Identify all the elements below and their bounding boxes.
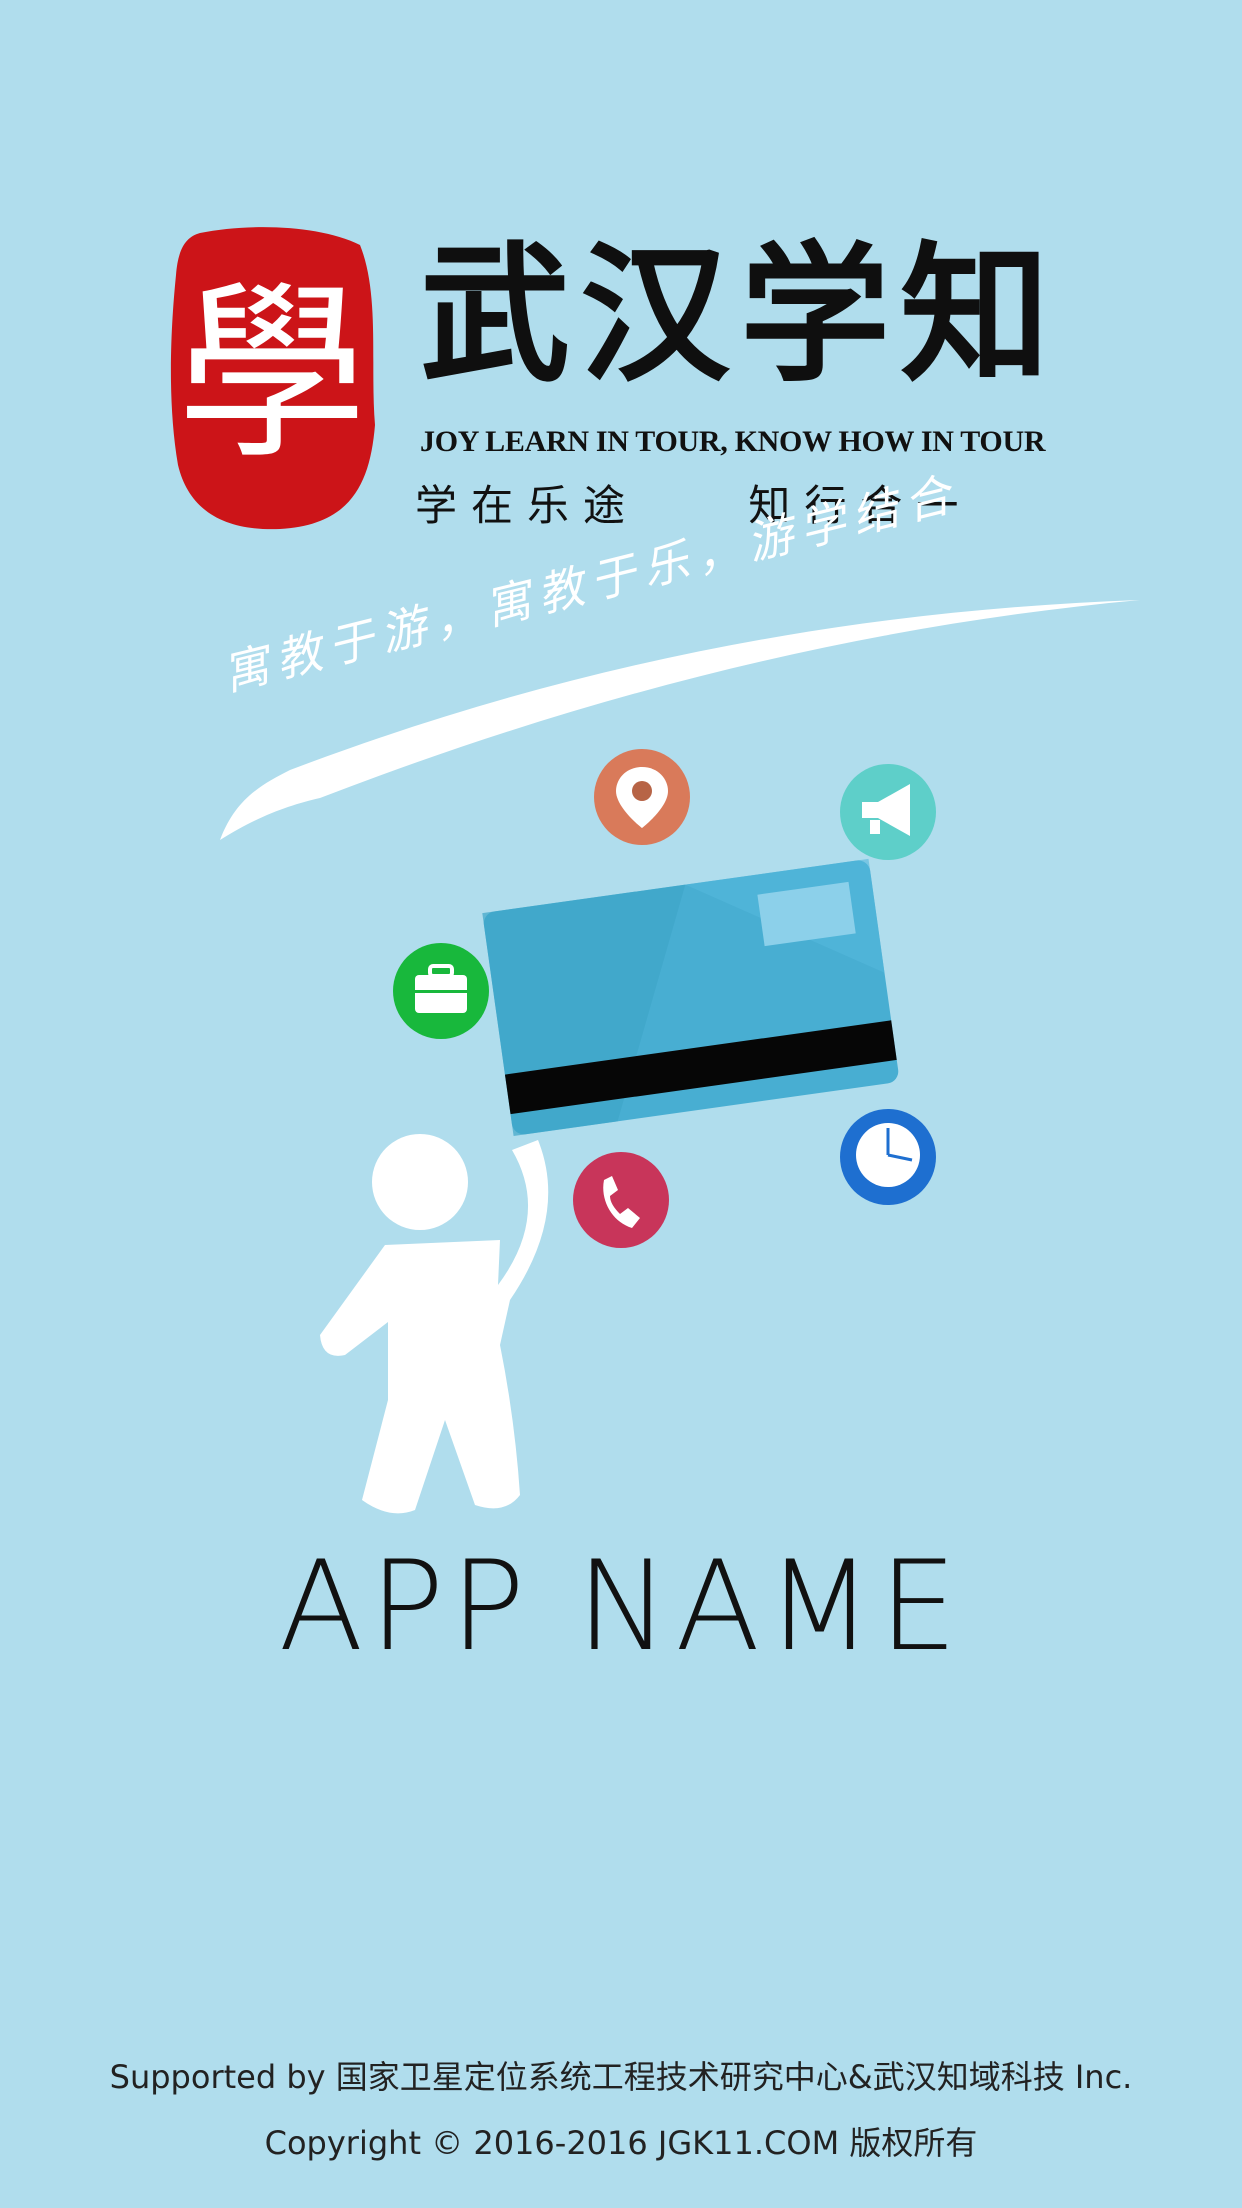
clock-icon <box>840 1109 936 1205</box>
phone-icon <box>573 1152 669 1248</box>
person-figure <box>320 1134 549 1514</box>
supported-by-text: Supported by 国家卫星定位系统工程技术研究中心&武汉知域科技 Inc… <box>109 2058 1133 2096</box>
location-pin-icon <box>594 749 690 845</box>
bank-card-graphic <box>482 858 899 1136</box>
seal-logo: 學 <box>170 227 375 530</box>
seal-character: 學 <box>177 264 367 485</box>
megaphone-icon <box>840 764 936 860</box>
splash-screen: { "brand": { "seal_character": "學", "tit… <box>0 0 1242 2208</box>
briefcase-icon <box>393 943 489 1039</box>
hero-illustration <box>320 749 936 1514</box>
app-name-text: APP NAME <box>278 1535 964 1679</box>
copyright-text: Copyright © 2016-2016 JGK11.COM 版权所有 <box>264 2124 978 2162</box>
app-title-chinese: 武汉学知 <box>420 227 1061 403</box>
